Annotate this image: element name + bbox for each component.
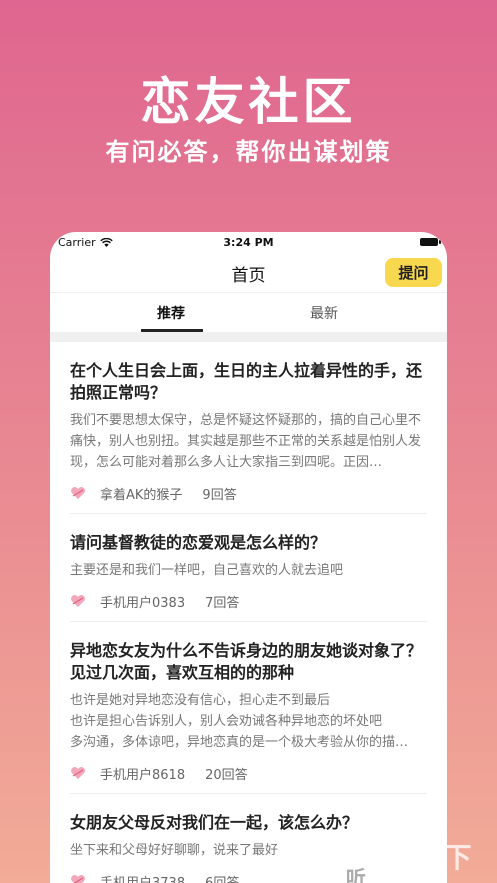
answer-count: 6回答 <box>205 875 240 883</box>
section-divider <box>50 332 447 342</box>
author-name[interactable]: 手机用户3738 <box>100 872 185 883</box>
watermark-text: 一听下载 <box>383 841 474 883</box>
status-time: 3:24 PM <box>223 236 274 249</box>
question-snippet: 我们不要思想太保守，总是怀疑这怀疑那的，搞的自己心里不痛快，别人也别扭。其实越是… <box>70 413 422 470</box>
ask-button[interactable]: 提问 <box>385 258 442 287</box>
answer-count: 20回答 <box>205 767 248 783</box>
author-name[interactable]: 手机用户0383 <box>100 592 185 611</box>
status-bar: Carrier 3:24 PM <box>50 232 447 252</box>
question-card[interactable]: 异地恋女友为什么不告诉身边的朋友她谈对象了？见过几次面，喜欢互相的的那种 也许是… <box>70 622 427 794</box>
answer-count: 9回答 <box>202 487 237 503</box>
question-snippet: 也许是她对异地恋没有信心，担心走不到最后 也许是担心告诉别人，别人会劝诫各种异地… <box>70 693 409 750</box>
heart-icon <box>71 767 85 779</box>
question-card[interactable]: 请问基督教徒的恋爱观是怎么样的？ 主要还是和我们一样吧，自己喜欢的人就去追吧 手… <box>70 514 427 622</box>
watermark-logo: 听 <box>336 855 376 883</box>
question-meta: 手机用户0383 7回答 <box>70 581 427 621</box>
active-tab-indicator <box>141 329 203 332</box>
tab-bar: 推荐 最新 <box>50 292 447 332</box>
question-title: 请问基督教徒的恋爱观是怎么样的？ <box>70 533 327 552</box>
hero-title: 恋友社区 <box>140 73 357 131</box>
phone-screen: Carrier 3:24 PM 首页 提问 推荐 最新 在个人生日会上面，生日的… <box>50 232 447 883</box>
question-card[interactable]: 在个人生日会上面，生日的主人拉着异性的手，还拍照正常吗？ 我们不要思想太保守，总… <box>70 342 427 514</box>
hero-subtitle: 有问必答，帮你出谋划策 <box>105 138 392 166</box>
author-name[interactable]: 拿着AK的猴子 <box>100 484 182 503</box>
heart-icon <box>71 875 85 883</box>
nav-bar: 首页 提问 <box>50 252 447 292</box>
question-meta: 手机用户8618 20回答 <box>70 753 427 793</box>
author-name[interactable]: 手机用户8618 <box>100 764 185 783</box>
question-title: 女朋友父母反对我们在一起，该怎么办？ <box>70 813 359 832</box>
question-meta: 拿着AK的猴子 9回答 <box>70 473 427 513</box>
question-title: 在个人生日会上面，生日的主人拉着异性的手，还拍照正常吗？ <box>70 361 423 402</box>
heart-icon <box>71 595 85 607</box>
heart-icon <box>71 487 85 499</box>
question-snippet: 主要还是和我们一样吧，自己喜欢的人就去追吧 <box>70 563 344 578</box>
question-title: 异地恋女友为什么不告诉身边的朋友她谈对象了？见过几次面，喜欢互相的的那种 <box>70 641 423 682</box>
tab-recommended[interactable]: 推荐 <box>157 303 185 323</box>
watermark: 听 一听下载 <box>336 836 497 883</box>
answer-count: 7回答 <box>205 595 240 611</box>
question-list: 在个人生日会上面，生日的主人拉着异性的手，还拍照正常吗？ 我们不要思想太保守，总… <box>50 342 447 883</box>
tab-latest[interactable]: 最新 <box>310 303 338 323</box>
battery-icon <box>420 238 441 246</box>
